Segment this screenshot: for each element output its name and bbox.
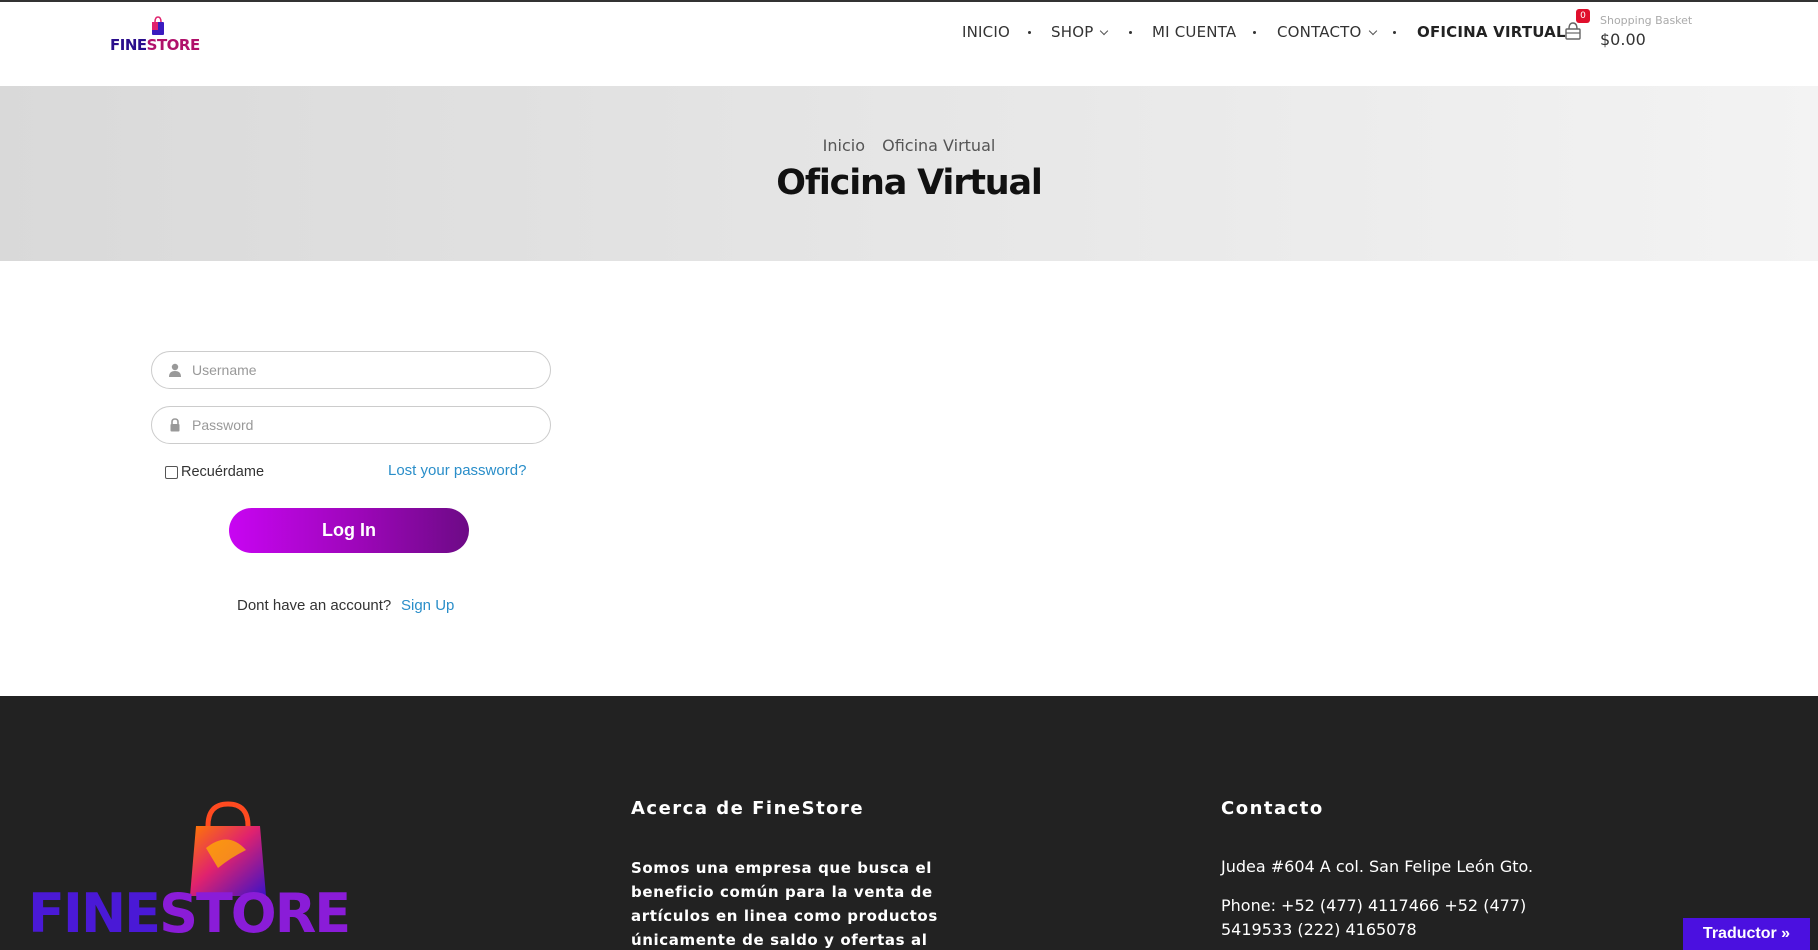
nav-shop[interactable]: SHOP (1051, 23, 1109, 41)
chevron-down-icon (1100, 26, 1109, 36)
remember-me[interactable]: Recuérdame (165, 464, 264, 480)
footer-address: Judea #604 A col. San Felipe León Gto. (1221, 857, 1534, 876)
lock-icon (170, 418, 180, 432)
nav-contacto[interactable]: CONTACTO (1277, 23, 1377, 41)
basket-label: Shopping Basket (1600, 14, 1693, 27)
chevron-down-icon (1368, 26, 1377, 36)
footer-logo-wordmark: FINESTORE (28, 882, 351, 945)
nav-contacto-label: CONTACTO (1277, 23, 1362, 41)
signup-link[interactable]: Sign Up (401, 597, 454, 614)
lost-password-link[interactable]: Lost your password? (388, 462, 526, 479)
login-button[interactable]: Log In (229, 508, 469, 553)
remember-checkbox[interactable] (165, 465, 178, 479)
shopping-bag-logo-icon (152, 16, 164, 35)
nav-separator (1393, 31, 1396, 34)
cart-count-badge: 0 (1576, 9, 1590, 23)
breadcrumb-current: Oficina Virtual (882, 136, 996, 155)
password-input[interactable] (192, 407, 532, 443)
translator-button[interactable]: Traductor » (1683, 918, 1810, 950)
nav-oficina-virtual[interactable]: OFICINA VIRTUAL (1417, 23, 1566, 41)
logo-wordmark: FINESTORE (110, 36, 200, 54)
breadcrumb-home[interactable]: Inicio (823, 136, 865, 155)
shopping-basket-icon[interactable] (1562, 20, 1584, 42)
footer-logo: FINESTORE (28, 800, 351, 945)
nav-separator (1129, 31, 1132, 34)
basket-total[interactable]: $0.00 (1600, 30, 1646, 49)
nav-separator (1253, 31, 1256, 34)
breadcrumb: Inicio Oficina Virtual (0, 136, 1818, 155)
nav-mi-cuenta[interactable]: MI CUENTA (1152, 23, 1236, 41)
username-field[interactable] (151, 351, 551, 389)
no-account-text: Dont have an account? (237, 597, 392, 614)
footer-contact-heading: Contacto (1221, 798, 1324, 819)
nav-separator (1028, 31, 1031, 34)
user-icon (169, 363, 181, 377)
site-logo[interactable]: FINESTORE (110, 16, 200, 58)
nav-inicio[interactable]: INICIO (962, 23, 1010, 41)
footer-about-text: Somos una empresa que busca el beneficio… (631, 859, 938, 949)
site-header: FINESTORE (0, 2, 1818, 86)
page-title: Oficina Virtual (776, 163, 1043, 203)
password-field[interactable] (151, 406, 551, 444)
nav-shop-label: SHOP (1051, 23, 1094, 41)
footer-about-heading: Acerca de FineStore (631, 798, 865, 819)
username-input[interactable] (192, 352, 532, 388)
remember-label: Recuérdame (181, 464, 265, 480)
footer-phone: Phone: +52 (477) 4117466 +52 (477) 54195… (1221, 896, 1527, 939)
